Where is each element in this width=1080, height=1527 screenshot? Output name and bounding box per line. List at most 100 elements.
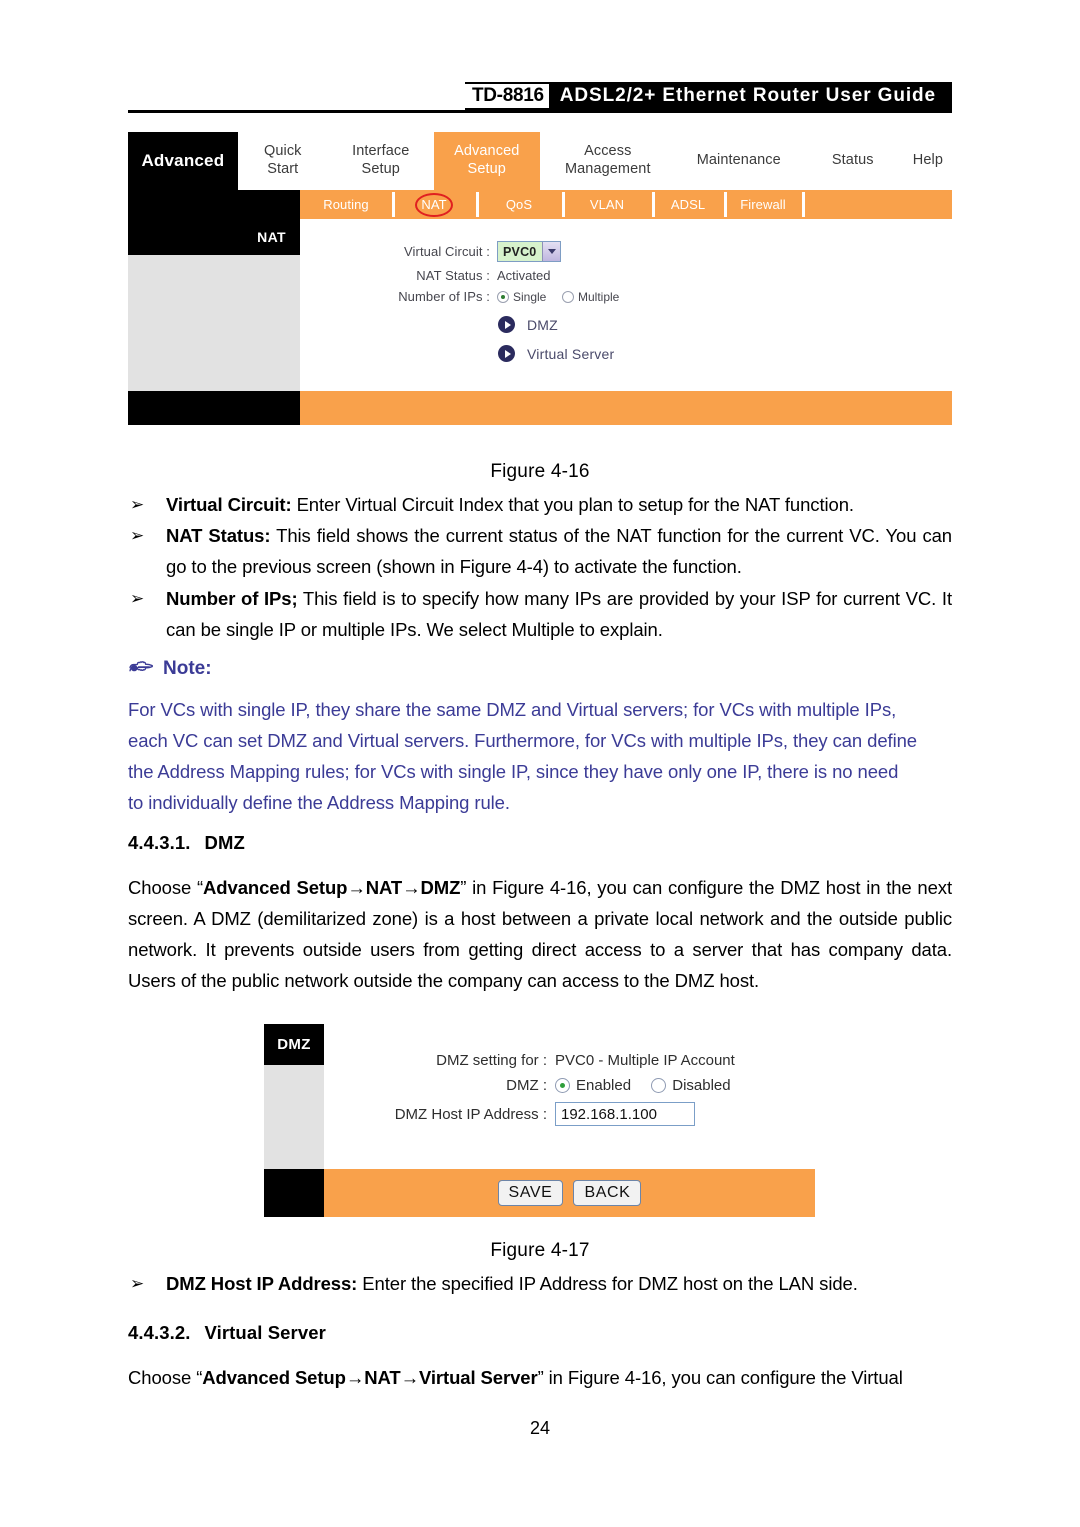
paragraph-vs-pre: Choose “ bbox=[128, 1367, 203, 1388]
note-line: each VC can set DMZ and Virtual servers.… bbox=[128, 730, 917, 751]
dmz-footer-bar: SAVE BACK bbox=[264, 1169, 815, 1217]
radio-single[interactable] bbox=[497, 291, 509, 303]
tab-quick-start[interactable]: Quick Start bbox=[238, 132, 328, 190]
dmz-setting-for-row: DMZ setting for : PVC0 - Multiple IP Acc… bbox=[324, 1052, 815, 1069]
side-panel-heading-nat: NAT bbox=[128, 219, 300, 255]
dmz-panel-body: DMZ DMZ setting for : PVC0 - Multiple IP… bbox=[264, 1024, 815, 1169]
back-button[interactable]: BACK bbox=[573, 1179, 642, 1207]
bullet-glyph-icon: ➢ bbox=[130, 495, 145, 514]
radio-multiple-label: Multiple bbox=[577, 290, 620, 304]
heading-4-4-3-2-virtual-server: 4.4.3.2. Virtual Server bbox=[128, 1322, 326, 1344]
figure-4-17-caption: Figure 4-17 bbox=[490, 1240, 590, 1261]
link-dmz[interactable]: DMZ bbox=[498, 316, 952, 333]
bullet-dmz-host-ip: ➢ DMZ Host IP Address: Enter the specifi… bbox=[128, 1268, 952, 1299]
subnav-item-firewall[interactable]: Firewall bbox=[724, 190, 802, 219]
virtual-circuit-select[interactable]: PVC0 bbox=[497, 241, 562, 262]
subnav-empty-area bbox=[802, 190, 952, 219]
radio-enabled[interactable] bbox=[555, 1078, 570, 1093]
footer-left-black bbox=[128, 391, 300, 425]
dmz-enable-label: DMZ : bbox=[506, 1077, 547, 1094]
pointing-hand-icon bbox=[128, 659, 154, 680]
number-of-ips-label: Number of IPs : bbox=[398, 289, 490, 304]
note-line: to individually define the Address Mappi… bbox=[128, 792, 510, 813]
nat-status-label: NAT Status : bbox=[416, 268, 490, 283]
nat-status-value: Activated bbox=[497, 268, 551, 283]
save-button[interactable]: SAVE bbox=[497, 1179, 564, 1207]
subnav-left-spacer bbox=[128, 190, 300, 219]
chevron-down-icon bbox=[542, 242, 561, 261]
dmz-side-heading: DMZ bbox=[264, 1024, 324, 1065]
paragraph-dmz-path: Advanced Setup→NAT→DMZ bbox=[203, 877, 461, 898]
bullet-glyph-icon: ➢ bbox=[130, 1274, 145, 1293]
link-dmz-label: DMZ bbox=[527, 316, 558, 333]
router-content-body: NAT Virtual Circuit : PVC0 NAT Status : … bbox=[128, 219, 952, 391]
tab-maintenance[interactable]: Maintenance bbox=[676, 132, 802, 190]
bullet-glyph-icon: ➢ bbox=[130, 526, 145, 545]
router-footer-bar bbox=[128, 391, 952, 425]
nat-status-row: NAT Status : Activated bbox=[300, 268, 952, 283]
radio-disabled[interactable] bbox=[651, 1078, 667, 1093]
virtual-circuit-selected-value: PVC0 bbox=[498, 242, 543, 261]
heading-title: Virtual Server bbox=[204, 1322, 326, 1343]
dmz-setting-for-value: PVC0 - Multiple IP Account bbox=[555, 1052, 735, 1069]
tab-access-management[interactable]: Access Management bbox=[540, 132, 676, 190]
dmz-enable-radio-group: Enabled Disabled bbox=[555, 1077, 747, 1094]
paragraph-vs-path: Advanced Setup→NAT→Virtual Server bbox=[202, 1367, 538, 1388]
bullet-virtual-circuit: ➢ Virtual Circuit: Enter Virtual Circuit… bbox=[128, 489, 952, 520]
link-virtual-server[interactable]: Virtual Server bbox=[498, 345, 952, 362]
heading-number: 4.4.3.1. bbox=[128, 832, 191, 853]
header-model-label: TD-8816 bbox=[464, 84, 549, 108]
number-of-ips-row: Number of IPs : Single Multiple bbox=[300, 289, 952, 304]
paragraph-vs-post: ” in Figure 4-16, you can configure the … bbox=[537, 1367, 903, 1388]
router-top-navigation: Advanced Quick Start Interface Setup Adv… bbox=[128, 132, 952, 190]
dmz-footer-left-black bbox=[264, 1169, 324, 1217]
bullet-virtual-circuit-text: Enter Virtual Circuit Index that you pla… bbox=[291, 494, 854, 515]
tab-status[interactable]: Status bbox=[802, 132, 904, 190]
note-line: the Address Mapping rules; for VCs with … bbox=[128, 761, 899, 782]
header-title-label: ADSL2/2+ Ethernet Router User Guide bbox=[559, 85, 936, 106]
number-of-ips-radio-group: Single Multiple bbox=[497, 289, 631, 304]
figure-4-16-router-screenshot: Advanced Quick Start Interface Setup Adv… bbox=[128, 132, 952, 425]
header-title-bar: TD-8816 ADSL2/2+ Ethernet Router User Gu… bbox=[464, 82, 952, 110]
subnav-item-routing[interactable]: Routing bbox=[300, 190, 392, 219]
heading-title: DMZ bbox=[204, 832, 245, 853]
subnav-items: Routing NAT QoS VLAN ADSL Firewall bbox=[300, 190, 952, 219]
dmz-host-ip-row: DMZ Host IP Address : 192.168.1.100 bbox=[324, 1102, 815, 1126]
figure-4-17-dmz-screenshot: DMZ DMZ setting for : PVC0 - Multiple IP… bbox=[264, 1024, 815, 1217]
subnav-item-qos[interactable]: QoS bbox=[476, 190, 562, 219]
bullet-nat-status-text: This field shows the current status of t… bbox=[166, 525, 953, 577]
dmz-host-ip-input[interactable]: 192.168.1.100 bbox=[555, 1102, 695, 1126]
figure-4-16-caption: Figure 4-16 bbox=[490, 461, 590, 482]
running-header: TD-8816 ADSL2/2+ Ethernet Router User Gu… bbox=[128, 82, 952, 116]
paragraph-dmz-description: Choose “Advanced Setup→NAT→DMZ” in Figur… bbox=[128, 872, 952, 996]
subnav-item-adsl[interactable]: ADSL bbox=[652, 190, 724, 219]
side-panel-filler bbox=[128, 255, 300, 391]
bullet-nat-status-term: NAT Status: bbox=[166, 525, 271, 546]
tab-help[interactable]: Help bbox=[904, 132, 952, 190]
router-section-brand: Advanced bbox=[128, 132, 238, 190]
dmz-side-filler bbox=[264, 1065, 324, 1169]
radio-multiple[interactable] bbox=[561, 291, 574, 303]
note-line: For VCs with single IP, they share the s… bbox=[128, 699, 897, 720]
heading-number: 4.4.3.2. bbox=[128, 1322, 191, 1343]
router-tab-bar: Quick Start Interface Setup Advanced Set… bbox=[238, 132, 952, 190]
subnav-item-nat[interactable]: NAT bbox=[392, 190, 476, 219]
bullet-number-of-ips: ➢ Number of IPs; This field is to specif… bbox=[128, 583, 952, 645]
dmz-settings-form: DMZ setting for : PVC0 - Multiple IP Acc… bbox=[324, 1024, 815, 1169]
tab-advanced-setup[interactable]: Advanced Setup bbox=[433, 132, 540, 190]
bullet-number-of-ips-term: Number of IPs; bbox=[166, 588, 298, 609]
dmz-setting-for-label: DMZ setting for : bbox=[436, 1052, 547, 1069]
virtual-circuit-label: Virtual Circuit : bbox=[404, 244, 490, 259]
dmz-footer-buttons: SAVE BACK bbox=[324, 1169, 815, 1217]
radio-enabled-label: Enabled bbox=[576, 1077, 632, 1094]
paragraph-dmz-pre: Choose “ bbox=[128, 877, 204, 898]
router-sub-navigation: Routing NAT QoS VLAN ADSL Firewall bbox=[128, 190, 952, 219]
note-heading-label: Note: bbox=[163, 658, 212, 679]
tab-interface-setup[interactable]: Interface Setup bbox=[328, 132, 434, 190]
subnav-item-vlan[interactable]: VLAN bbox=[562, 190, 652, 219]
nat-settings-form: Virtual Circuit : PVC0 NAT Status : Acti… bbox=[300, 219, 952, 391]
bullet-dmz-host-ip-text: Enter the specified IP Address for DMZ h… bbox=[357, 1273, 858, 1294]
bullet-virtual-circuit-term: Virtual Circuit: bbox=[166, 494, 292, 515]
page-number: 24 bbox=[529, 1418, 551, 1438]
subnav-item-nat-label: NAT bbox=[421, 197, 447, 212]
